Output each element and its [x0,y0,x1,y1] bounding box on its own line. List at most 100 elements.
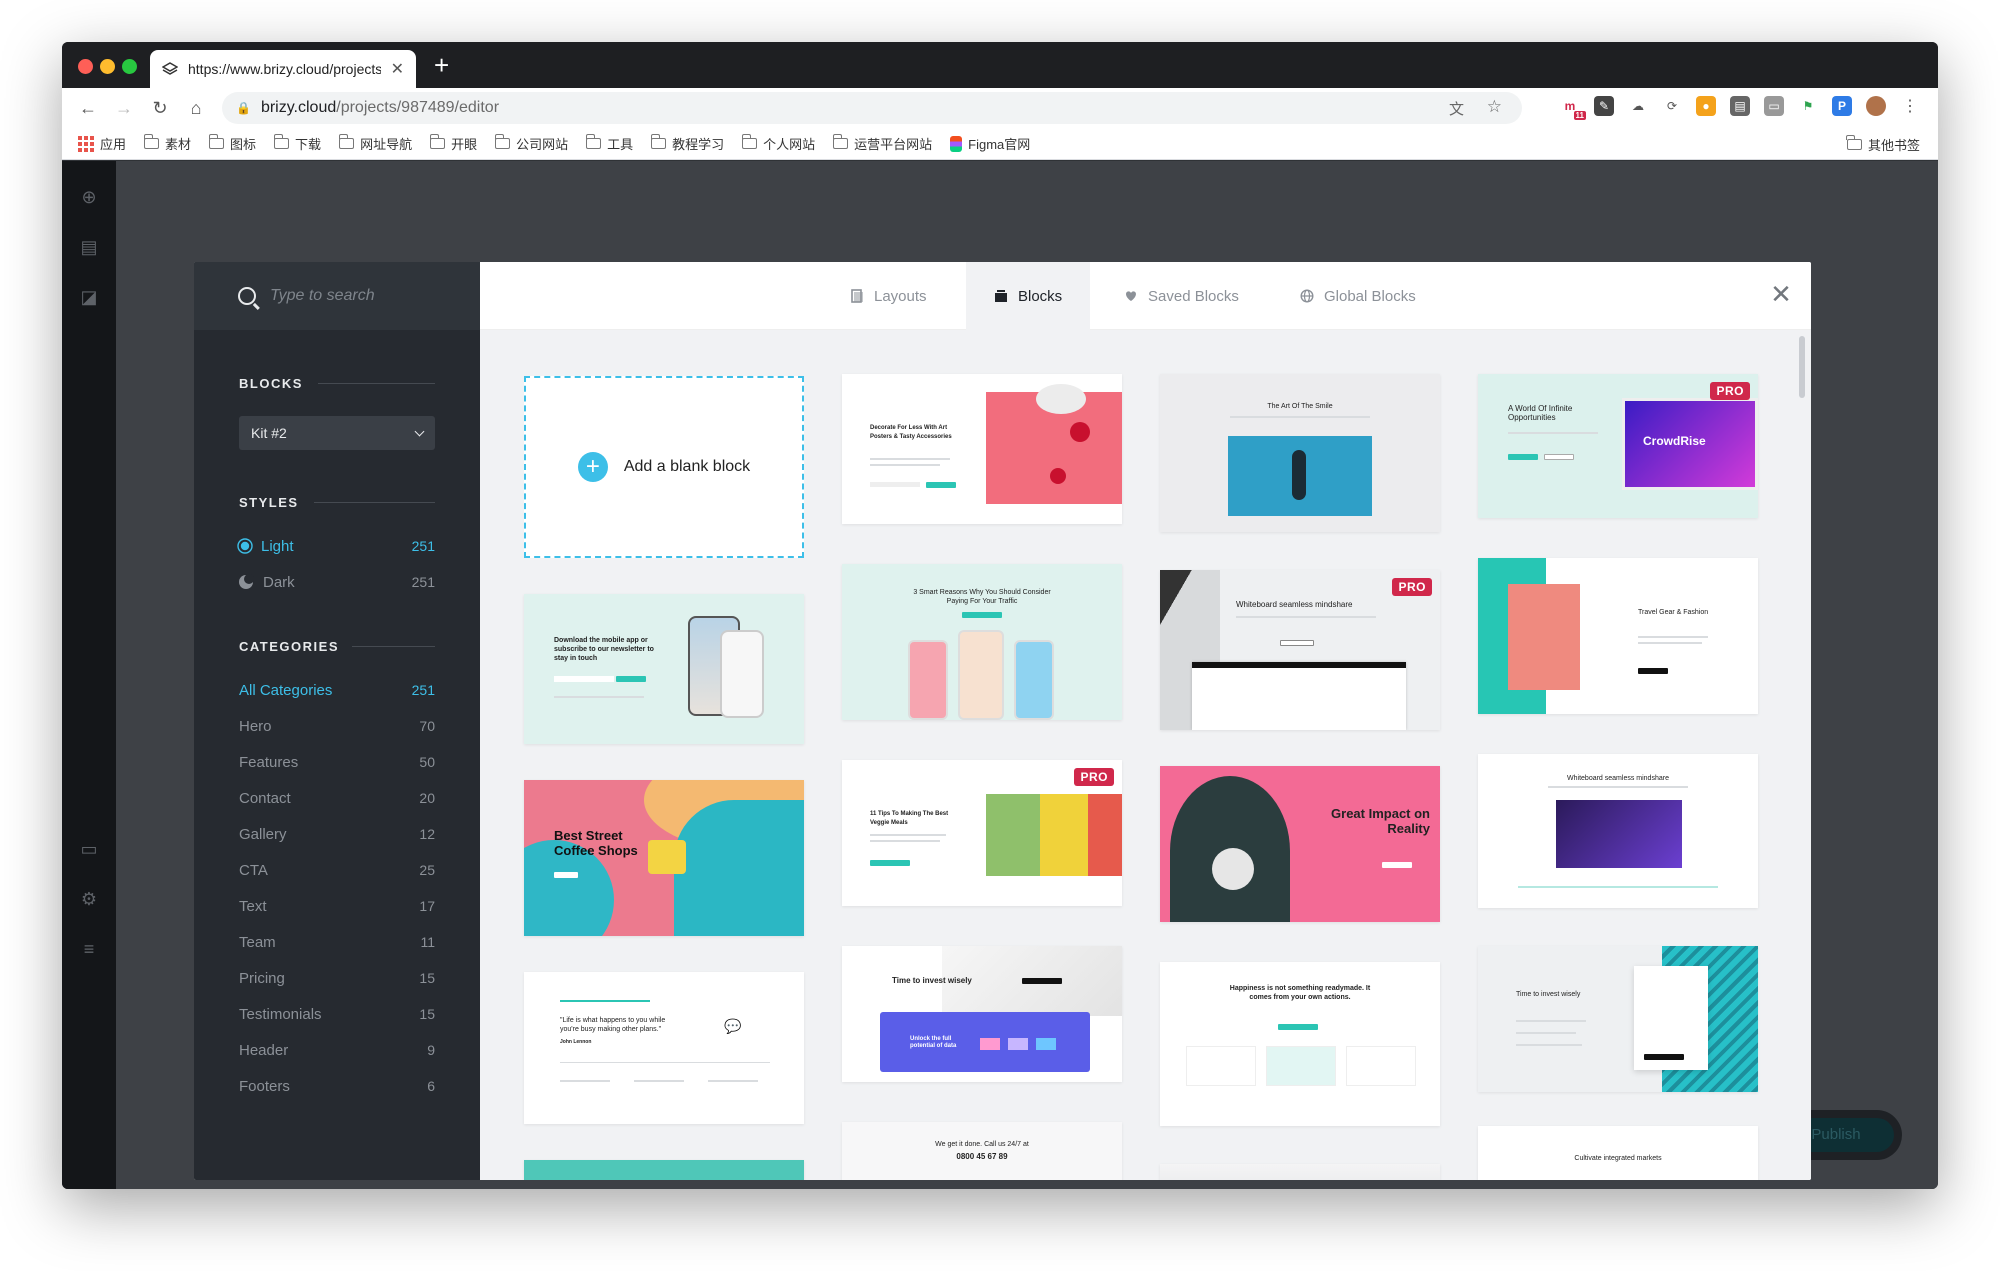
category-item-cta[interactable]: CTA 25 [239,860,435,880]
forward-arrow-icon[interactable]: → [106,98,142,119]
tab-saved-blocks[interactable]: Saved Blocks [1096,262,1267,330]
block-thumbnail[interactable]: We get it done. Call us 24/7 at 0800 45 … [842,1122,1122,1180]
chat-icon: 💬 [724,1018,742,1034]
url-path: /projects/987489/editor [336,99,500,116]
category-item-footers[interactable]: Footers 6 [239,1076,435,1096]
bookmark-folder[interactable]: 运营平台网站 [832,134,932,153]
back-arrow-icon[interactable]: ← [70,98,106,119]
translate-icon[interactable]: 文 [1449,98,1464,119]
bookmark-folder[interactable]: 素材 [143,134,191,153]
block-thumbnail[interactable]: Cultivate integrated markets [1478,1126,1758,1180]
search-bar [194,262,480,330]
bookmark-folder[interactable]: 图标 [208,134,256,153]
menu-kebab-icon[interactable]: ⋮ [1900,96,1920,116]
extension-dropper-icon[interactable]: ✎ [1594,96,1614,116]
category-item-features[interactable]: Features 50 [239,752,435,772]
card-title: "Life is what happens to you while you'r… [560,1017,666,1033]
bookmark-folder[interactable]: 开眼 [429,134,477,153]
profile-avatar[interactable] [1866,96,1886,116]
zoom-window-button[interactable] [122,59,137,74]
extension-m-icon[interactable]: m 11 [1560,96,1586,120]
new-tab-button[interactable]: + [434,52,449,78]
extension-window-icon[interactable]: ▭ [1764,96,1784,116]
styling-icon[interactable]: ◪ [79,287,99,307]
scrollbar[interactable] [1799,336,1805,398]
category-item-all[interactable]: All Categories 251 [239,680,435,700]
extension-store-icon[interactable]: ▤ [1730,96,1750,116]
card-title: Time to invest wisely [892,976,972,985]
block-thumbnail[interactable]: Best Street Coffee Shops [524,780,804,936]
block-thumbnail[interactable]: Whiteboard seamless mindshare [1478,754,1758,908]
browser-window: https://www.brizy.cloud/projects ✕ + ← →… [62,42,1938,1189]
blocks-section-title: BLOCKS [239,376,303,391]
block-thumbnail[interactable]: Decorate For Less With Art Posters & Tas… [842,374,1122,524]
modal-tabs: Layouts Blocks Saved Blocks Global Block… [480,262,1811,330]
bookmark-folder[interactable]: 公司网站 [494,134,568,153]
tab-layouts[interactable]: Layouts [822,262,955,330]
style-item-light[interactable]: Light 251 [239,536,435,556]
bookmark-folder[interactable]: 个人网站 [741,134,815,153]
blocks-icon[interactable]: ▤ [79,237,99,257]
category-item-text[interactable]: Text 17 [239,896,435,916]
reload-icon[interactable]: ↻ [142,98,178,119]
bookmark-other[interactable]: 其他书签 [1846,135,1920,154]
block-thumbnail[interactable]: The Art Of The Smile [1160,374,1440,532]
category-item-contact[interactable]: Contact 20 [239,788,435,808]
hamburger-menu-icon[interactable]: ≡ [79,939,99,959]
bookmark-figma[interactable]: Figma官网 [950,134,1030,153]
folder-icon [143,134,160,149]
block-thumbnail[interactable]: Great Impact on Reality [1160,766,1440,922]
folder-icon [1846,135,1862,150]
bookmark-folder[interactable]: 教程学习 [650,134,724,153]
extension-flag-icon[interactable]: ⚑ [1798,96,1818,116]
block-thumbnail[interactable] [1160,1164,1440,1180]
extension-refresh-icon[interactable]: ⟳ [1662,96,1682,116]
settings-gear-icon[interactable]: ⚙ [79,889,99,909]
extension-weibo-icon[interactable]: ● [1696,96,1716,116]
style-item-dark[interactable]: Dark 251 [239,572,435,592]
bookmark-apps[interactable]: 应用 [78,134,126,153]
close-modal-icon[interactable]: ✕ [1769,281,1793,307]
block-thumbnail[interactable]: Travel Gear & Fashion [1478,558,1758,714]
browser-tab[interactable]: https://www.brizy.cloud/projects ✕ [150,50,416,88]
category-item-header[interactable]: Header 9 [239,1040,435,1060]
add-blank-block-button[interactable]: + Add a blank block [524,376,804,558]
bookmark-folder[interactable]: 工具 [585,134,633,153]
extension-p-icon[interactable]: P [1832,96,1852,116]
category-item-team[interactable]: Team 11 [239,932,435,952]
block-thumbnail[interactable] [524,1160,804,1180]
close-window-button[interactable] [78,59,93,74]
block-thumbnail[interactable]: A World Of Infinite Opportunities CrowdR… [1478,374,1758,518]
tab-title: https://www.brizy.cloud/projects [188,61,381,77]
block-thumbnail[interactable]: 3 Smart Reasons Why You Should Consider … [842,564,1122,720]
styles-section-title: STYLES [239,495,299,510]
address-bar[interactable]: 🔒 brizy.cloud/projects/987489/editor 文 ☆ [222,92,1522,124]
category-item-hero[interactable]: Hero 70 [239,716,435,736]
bookmark-folder[interactable]: 下载 [273,134,321,153]
search-input[interactable] [270,287,460,305]
kit-select[interactable]: Kit #2 [239,416,435,450]
category-item-gallery[interactable]: Gallery 12 [239,824,435,844]
block-thumbnail[interactable]: 11 Tips To Making The Best Veggie Meals … [842,760,1122,906]
folder-icon [273,134,290,149]
block-thumbnail[interactable]: Happiness is not something readymade. It… [1160,962,1440,1126]
divider [318,383,435,384]
star-icon[interactable]: ☆ [1487,97,1502,117]
add-element-icon[interactable]: ⊕ [79,187,99,207]
swimmer-image [1228,436,1372,516]
tab-blocks[interactable]: Blocks [966,262,1091,330]
block-thumbnail[interactable]: Time to invest wisely Unlock the full po… [842,946,1122,1082]
block-thumbnail[interactable]: "Life is what happens to you while you'r… [524,972,804,1124]
device-preview-icon[interactable]: ▭ [79,839,99,859]
extension-cloud-icon[interactable]: ☁ [1628,96,1648,116]
close-tab-icon[interactable]: ✕ [391,59,404,79]
home-icon[interactable]: ⌂ [178,98,214,119]
bookmark-folder[interactable]: 网址导航 [338,134,412,153]
category-item-testimonials[interactable]: Testimonials 15 [239,1004,435,1024]
block-thumbnail[interactable]: Time to invest wisely [1478,946,1758,1092]
category-item-pricing[interactable]: Pricing 15 [239,968,435,988]
block-thumbnail[interactable]: Whiteboard seamless mindshare PRO [1160,570,1440,730]
tab-global-blocks[interactable]: Global Blocks [1272,262,1444,330]
block-thumbnail[interactable]: Download the mobile app or subscribe to … [524,594,804,744]
minimize-window-button[interactable] [100,59,115,74]
